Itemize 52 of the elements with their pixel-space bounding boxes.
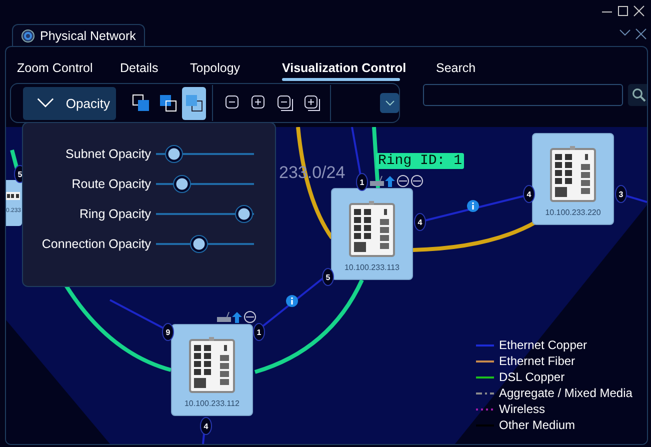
slider-label: Subnet Opacity	[64, 147, 152, 161]
layers-icon	[132, 94, 150, 112]
chevron-down-icon[interactable]	[619, 28, 631, 38]
slider-label: Route Opacity	[70, 177, 152, 191]
zoom-out-icon	[277, 94, 294, 112]
chevron-down-icon	[37, 97, 54, 109]
close-icon[interactable]	[635, 28, 647, 40]
device-status-icons	[369, 174, 425, 188]
legend-label: Other Medium	[499, 418, 576, 432]
layers-icon	[158, 94, 177, 112]
document-tab[interactable]: Physical Network	[12, 24, 145, 46]
zoom-in-icon	[304, 94, 321, 112]
slider-thumb[interactable]	[164, 145, 183, 163]
legend-label: Aggregate / Mixed Media	[499, 386, 632, 400]
layer-order-button[interactable]	[182, 86, 206, 120]
search-field[interactable]	[423, 84, 623, 106]
slider-thumb[interactable]	[235, 205, 254, 223]
nav-tab[interactable]: Search	[436, 54, 496, 80]
nav-tab[interactable]: Topology	[190, 54, 282, 80]
device-ip-label: 10.100.233.112	[184, 399, 240, 408]
ring-label: Ring ID: 1	[376, 153, 464, 169]
layers-icon	[185, 94, 203, 112]
network-switch-drawing	[6, 192, 20, 200]
network-switch-drawing	[189, 337, 235, 393]
device-ip-label: 10.100.233.113	[344, 263, 400, 272]
info-icon[interactable]	[286, 295, 298, 307]
chevron-down-icon	[384, 100, 395, 106]
close-icon[interactable]	[633, 5, 645, 17]
search-icon	[632, 88, 646, 102]
legend-label: Ethernet Copper	[499, 338, 588, 352]
nav-tab[interactable]: Visualization Control	[282, 54, 436, 80]
device-ip-label: 10.100.233.220	[545, 208, 601, 217]
device-status-icons	[216, 310, 258, 324]
network-device-node[interactable]: 10.100.233.113	[331, 188, 413, 280]
info-icon[interactable]	[467, 200, 479, 212]
slider-thumb[interactable]	[173, 175, 192, 193]
network-device-node[interactable]: 10.100.233.112	[171, 324, 253, 416]
nav-tab[interactable]: Zoom Control	[17, 54, 120, 80]
legend-label: Ethernet Fiber	[499, 354, 576, 368]
slider-thumb[interactable]	[190, 235, 208, 253]
opacity-dropdown-button[interactable]: Opacity	[23, 86, 116, 120]
slider-label: Connection Opacity	[40, 237, 152, 251]
maximize-icon[interactable]	[617, 5, 629, 17]
network-switch-drawing	[550, 146, 596, 202]
network-switch-drawing	[349, 201, 395, 257]
legend-label: DSL Copper	[499, 370, 565, 384]
search-button[interactable]	[628, 84, 647, 106]
expand-button[interactable]	[380, 93, 399, 113]
network-device-node[interactable]: 10.100.233.220	[532, 133, 614, 225]
nav-tab[interactable]: Details	[120, 54, 190, 80]
slider-label: Ring Opacity	[78, 207, 152, 221]
legend-label: Wireless	[499, 402, 546, 416]
